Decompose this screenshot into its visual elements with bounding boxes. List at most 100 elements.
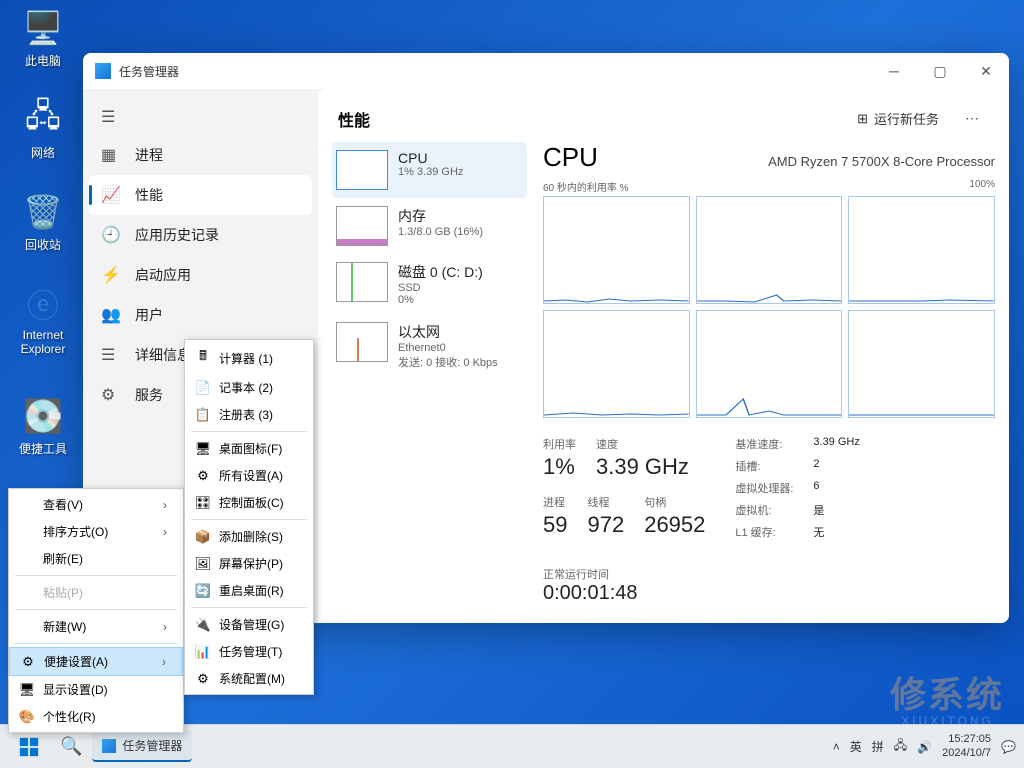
ctx-msconfig[interactable]: ⚙系统配置(M) xyxy=(185,665,313,692)
system-tray: ˄ 英 拼 🖧 🔊 15:27:05 2024/10/7 💬 xyxy=(833,733,1016,759)
hamburger-button[interactable]: ☰ xyxy=(83,99,318,135)
taskmgr-icon xyxy=(102,739,116,753)
search-button[interactable]: 🔍 xyxy=(50,730,92,763)
chevron-right-icon: › xyxy=(142,655,166,669)
ctx-add-remove[interactable]: 📦添加删除(S) xyxy=(185,523,313,550)
ctx-new[interactable]: 新建(W)› xyxy=(9,613,183,640)
nav-app-history[interactable]: 🕘应用历史记录 xyxy=(83,215,318,255)
ctx-sort[interactable]: 排序方式(O)› xyxy=(9,518,183,545)
performance-detail: CPU AMD Ryzen 7 5700X 8-Core Processor 6… xyxy=(537,142,995,609)
desktop-icon-recycle-bin[interactable]: 🗑️回收站 xyxy=(8,192,78,253)
titlebar[interactable]: 任务管理器 ─ ▢ ✕ xyxy=(83,53,1009,89)
processes-value: 59 xyxy=(543,512,567,538)
gear-icon: ⚙ xyxy=(101,385,121,405)
ctx-screensaver[interactable]: 🖼屏幕保护(P) xyxy=(185,550,313,577)
chevron-right-icon: › xyxy=(143,525,167,539)
perf-item-memory[interactable]: 内存1.3/8.0 GB (16%) xyxy=(332,198,527,254)
disk-thumb-icon xyxy=(336,262,388,302)
desktop-icon-this-pc[interactable]: 🖥️此电脑 xyxy=(8,8,78,69)
uptime-value: 0:00:01:48 xyxy=(543,582,705,605)
ie-icon: ⓔ xyxy=(23,284,63,324)
ctx-all-settings[interactable]: ⚙所有设置(A) xyxy=(185,462,313,489)
calculator-icon: 🖩 xyxy=(193,347,213,369)
settings-icon: ⚙ xyxy=(193,468,213,484)
ctx-display-settings[interactable]: 🖥显示设置(D) xyxy=(9,676,183,703)
watermark: 修系统 xyxy=(890,666,1004,718)
windows-icon xyxy=(18,736,40,758)
volume-tray-icon[interactable]: 🔊 xyxy=(917,740,932,754)
grid-icon: ▦ xyxy=(101,145,121,165)
ctx-quick-settings[interactable]: ⚙便捷设置(A)› xyxy=(9,647,183,676)
ctx-restart-desktop[interactable]: 🔄重启桌面(R) xyxy=(185,577,313,604)
performance-list: CPU1% 3.39 GHz 内存1.3/8.0 GB (16%) 磁盘 0 (… xyxy=(332,142,527,609)
handles-value: 26952 xyxy=(644,512,705,538)
cpu-thumb-icon xyxy=(336,150,388,190)
nav-startup[interactable]: ⚡启动应用 xyxy=(83,255,318,295)
desktop-icon-network[interactable]: 🖧网络 xyxy=(8,100,78,161)
perf-item-disk[interactable]: 磁盘 0 (C: D:)SSD0% xyxy=(332,254,527,314)
run-new-task-button[interactable]: ⊞运行新任务 xyxy=(849,105,947,132)
chevron-right-icon: › xyxy=(143,620,167,634)
ctx-desktop-icons[interactable]: 🖥桌面图标(F) xyxy=(185,435,313,462)
ctx-task-manager[interactable]: 📊任务管理(T) xyxy=(185,638,313,665)
ime-mode[interactable]: 拼 xyxy=(872,738,884,755)
ctx-paste: 粘贴(P) xyxy=(9,579,183,606)
ctx-view[interactable]: 查看(V)› xyxy=(9,491,183,518)
brush-icon: 🎨 xyxy=(17,709,37,725)
threads-value: 972 xyxy=(587,512,624,538)
network-tray-icon[interactable]: 🖧 xyxy=(894,736,907,757)
maximize-button[interactable]: ▢ xyxy=(917,53,963,89)
ctx-control-panel[interactable]: 🎛控制面板(C) xyxy=(185,489,313,516)
chart-icon: 📈 xyxy=(101,185,121,205)
ethernet-thumb-icon xyxy=(336,322,388,362)
perf-item-ethernet[interactable]: 以太网Ethernet0发送: 0 接收: 0 Kbps xyxy=(332,314,527,378)
recycle-bin-icon: 🗑️ xyxy=(23,192,63,232)
screensaver-icon: 🖼 xyxy=(193,556,213,572)
device-icon: 🔌 xyxy=(193,617,213,633)
utilization-value: 1% xyxy=(543,454,576,480)
cpu-model: AMD Ryzen 7 5700X 8-Core Processor xyxy=(768,154,995,169)
more-options-button[interactable]: ⋯ xyxy=(957,106,989,131)
notepad-icon: 📄 xyxy=(193,380,213,396)
ctx-refresh[interactable]: 刷新(E) xyxy=(9,545,183,572)
ctx-notepad[interactable]: 📄记事本 (2) xyxy=(185,374,313,401)
control-panel-icon: 🎛 xyxy=(193,495,213,511)
tray-expand-button[interactable]: ˄ xyxy=(833,740,840,754)
memory-thumb-icon xyxy=(336,206,388,246)
app-icon xyxy=(95,63,111,79)
perf-item-cpu[interactable]: CPU1% 3.39 GHz xyxy=(332,142,527,198)
desktop-icon-tools[interactable]: 💽便捷工具 xyxy=(8,396,78,457)
network-icon: 🖧 xyxy=(23,100,63,140)
nav-performance[interactable]: 📈性能 xyxy=(89,175,312,215)
close-button[interactable]: ✕ xyxy=(963,53,1009,89)
desktop-icon: 🖥 xyxy=(193,441,213,457)
ctx-device-manager[interactable]: 🔌设备管理(G) xyxy=(185,611,313,638)
msconfig-icon: ⚙ xyxy=(193,671,213,687)
restart-icon: 🔄 xyxy=(193,583,213,599)
startup-icon: ⚡ xyxy=(101,265,121,285)
desktop-icon-ie[interactable]: ⓔInternet Explorer xyxy=(8,284,78,356)
nav-users[interactable]: 👥用户 xyxy=(83,295,318,335)
window-title: 任务管理器 xyxy=(119,63,871,80)
run-icon: ⊞ xyxy=(857,111,868,127)
notifications-button[interactable]: 💬 xyxy=(1001,740,1016,754)
package-icon: 📦 xyxy=(193,529,213,545)
start-button[interactable] xyxy=(8,730,50,764)
speed-value: 3.39 GHz xyxy=(596,454,689,480)
taskmgr-icon: 📊 xyxy=(193,644,213,660)
ctx-regedit[interactable]: 📋注册表 (3) xyxy=(185,401,313,428)
page-title: 性能 xyxy=(338,107,849,131)
detail-title: CPU xyxy=(543,142,598,173)
desktop-context-menu: 查看(V)› 排序方式(O)› 刷新(E) 粘贴(P) 新建(W)› ⚙便捷设置… xyxy=(8,488,184,733)
taskbar-task-manager[interactable]: 任务管理器 xyxy=(92,731,192,762)
search-icon: 🔍 xyxy=(60,736,82,757)
minimize-button[interactable]: ─ xyxy=(871,53,917,89)
ime-indicator[interactable]: 英 xyxy=(850,738,862,755)
ctx-personalize[interactable]: 🎨个性化(R) xyxy=(9,703,183,730)
quick-settings-submenu: 🖩计算器 (1) 📄记事本 (2) 📋注册表 (3) 🖥桌面图标(F) ⚙所有设… xyxy=(184,339,314,695)
taskbar-clock[interactable]: 15:27:05 2024/10/7 xyxy=(942,733,991,759)
ctx-calculator[interactable]: 🖩计算器 (1) xyxy=(185,342,313,374)
users-icon: 👥 xyxy=(101,305,121,325)
cpu-graphs[interactable] xyxy=(543,196,995,418)
nav-processes[interactable]: ▦进程 xyxy=(83,135,318,175)
